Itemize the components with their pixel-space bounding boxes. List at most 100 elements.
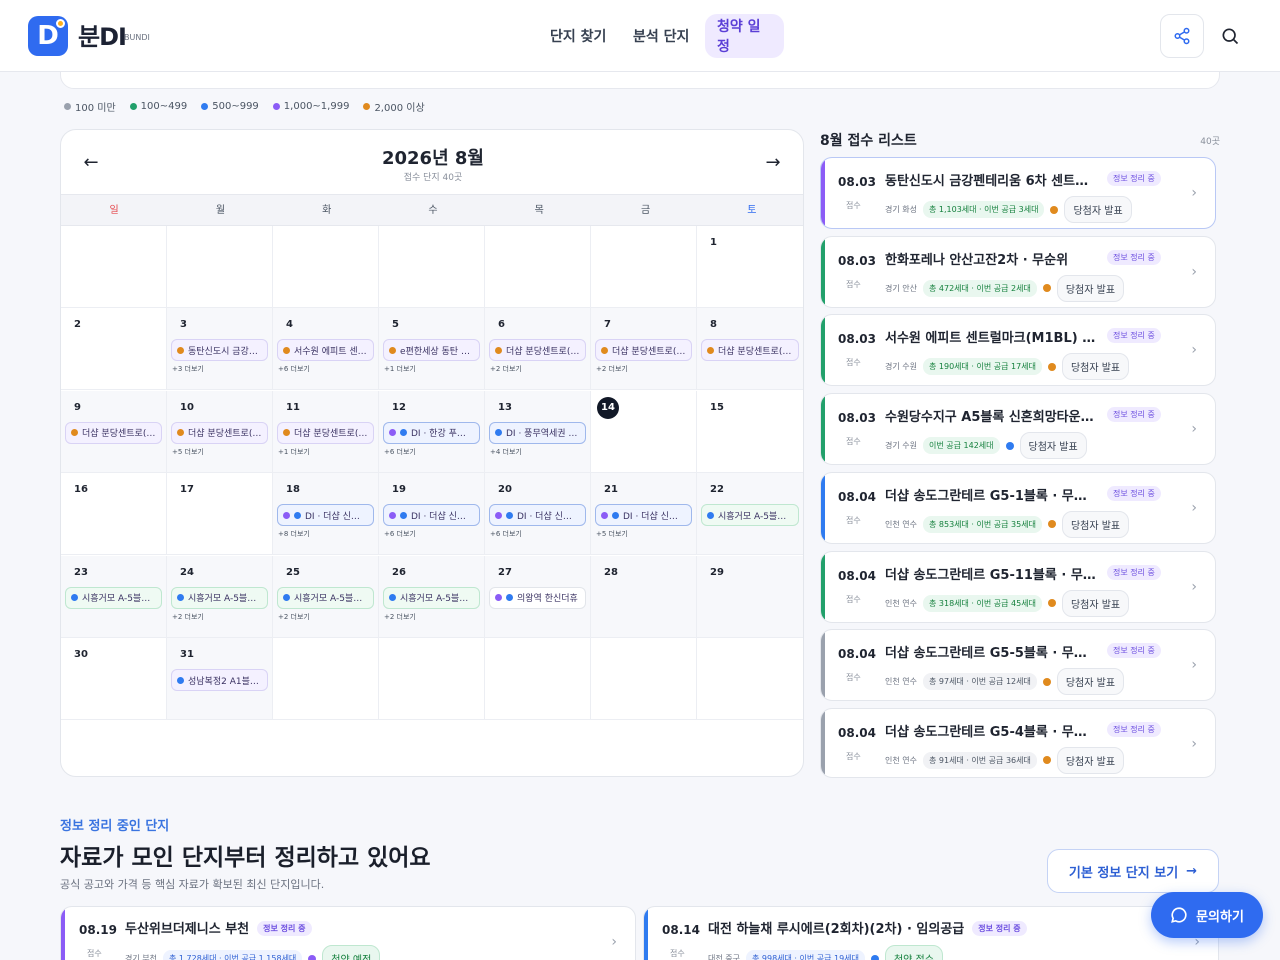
more-events-link[interactable]: +1 더보기 <box>384 364 480 374</box>
calendar-day-cell[interactable]: 7 더샵 분당센트로(… +2 더보기 <box>591 308 697 391</box>
calendar-day-cell[interactable] <box>379 638 485 720</box>
more-events-link[interactable]: +2 더보기 <box>172 612 268 622</box>
calendar-day-cell[interactable] <box>273 638 379 720</box>
calendar-day-cell[interactable]: 20 DI · 더샵 신길… +6 더보기 <box>485 473 591 556</box>
search-button[interactable] <box>1208 14 1252 58</box>
more-events-link[interactable]: +2 더보기 <box>490 364 586 374</box>
more-events-link[interactable]: +2 더보기 <box>278 612 374 622</box>
calendar-event-chip[interactable]: 더샵 분당센트로(… <box>701 339 799 362</box>
more-events-link[interactable]: +5 더보기 <box>172 447 268 457</box>
more-events-link[interactable]: +6 더보기 <box>490 529 586 539</box>
more-events-link[interactable]: +2 더보기 <box>596 364 692 374</box>
list-item[interactable]: 08.04 접수 더샵 송도그란테르 G5-5블록 · 무… 정보 정리 중 인천 연수… <box>820 629 1216 702</box>
bundi-logo-icon[interactable]: D <box>28 16 68 56</box>
calendar-event-chip[interactable]: 시흥거모 A-5블… <box>383 586 480 609</box>
calendar-day-cell[interactable]: 17 <box>167 473 273 556</box>
calendar-day-cell[interactable]: 13 DI · 풍무역세권 … +4 더보기 <box>485 390 591 473</box>
winner-announcement-button[interactable]: 당첨자 발표 <box>1061 353 1130 381</box>
share-button[interactable] <box>1160 14 1204 58</box>
winner-announcement-button[interactable]: 당첨자 발표 <box>1019 432 1087 460</box>
calendar-day-cell[interactable]: 5 e편한세상 동탄 … +1 더보기 <box>379 308 485 391</box>
calendar-day-cell[interactable]: 3 동탄신도시 금강… +3 더보기 <box>167 308 273 391</box>
more-events-link[interactable]: +6 더보기 <box>384 529 480 539</box>
calendar-day-cell[interactable]: 25 시흥거모 A-5블… +2 더보기 <box>273 555 379 638</box>
calendar-day-cell[interactable] <box>167 226 273 308</box>
calendar-day-cell[interactable]: 12 DI · 한강 푸르… +6 더보기 <box>379 390 485 473</box>
calendar-event-chip[interactable]: 시흥거모 A-5블… <box>65 586 162 609</box>
calendar-day-cell[interactable] <box>273 226 379 308</box>
calendar-day-cell[interactable] <box>379 226 485 308</box>
more-events-link[interactable]: +5 더보기 <box>596 529 692 539</box>
calendar-day-cell[interactable] <box>485 226 591 308</box>
calendar-event-chip[interactable]: DI · 더샵 신길… <box>277 504 374 527</box>
calendar-day-cell[interactable] <box>697 638 803 720</box>
calendar-event-chip[interactable]: 시흥거모 A-5블… <box>171 586 268 609</box>
view-basic-info-button[interactable]: 기본 정보 단지 보기 → <box>1047 849 1219 893</box>
status-action-button[interactable]: 청약 접수 <box>884 945 943 960</box>
calendar-event-chip[interactable]: 더샵 분당센트로(… <box>277 421 374 444</box>
calendar-event-chip[interactable]: 성남복정2 A1블… <box>171 669 268 691</box>
calendar-event-chip[interactable]: e편한세상 동탄 … <box>383 339 480 362</box>
more-events-link[interactable]: +6 더보기 <box>278 364 374 374</box>
calendar-event-chip[interactable]: 더샵 분당센트로(… <box>65 421 162 444</box>
winner-announcement-button[interactable]: 당첨자 발표 <box>1056 746 1125 774</box>
more-events-link[interactable]: +6 더보기 <box>384 447 480 457</box>
calendar-day-cell[interactable] <box>591 638 697 720</box>
more-events-link[interactable]: +4 더보기 <box>490 447 586 457</box>
list-item[interactable]: 08.03 접수 동탄신도시 금강펜테리움 6차 센트… 정보 정리 중 경기 화성 총 … <box>820 157 1216 229</box>
calendar-day-cell[interactable]: 8 더샵 분당센트로(… <box>697 308 803 391</box>
nav-analyzed-complex[interactable]: 분석 단지 <box>621 14 701 58</box>
calendar-event-chip[interactable]: 더샵 분당센트로(… <box>489 339 586 362</box>
calendar-day-cell[interactable]: 23 시흥거모 A-5블… <box>61 555 167 638</box>
calendar-event-chip[interactable]: 의왕역 한신더휴 <box>489 586 586 609</box>
calendar-day-cell[interactable]: 21 DI · 더샵 신길… +5 더보기 <box>591 473 697 556</box>
calendar-event-chip[interactable]: 서수원 에피트 센… <box>277 339 374 362</box>
winner-announcement-button[interactable]: 당첨자 발표 <box>1061 510 1130 538</box>
more-events-link[interactable]: +8 더보기 <box>278 529 374 539</box>
winner-announcement-button[interactable]: 당첨자 발표 <box>1056 668 1125 696</box>
calendar-day-cell[interactable]: 4 서수원 에피트 센… +6 더보기 <box>273 308 379 391</box>
calendar-day-cell[interactable]: 11 더샵 분당센트로(… +1 더보기 <box>273 390 379 473</box>
calendar-event-chip[interactable]: 시흥거모 A-5블… <box>277 586 374 609</box>
next-month-button[interactable]: → <box>761 150 785 174</box>
calendar-day-cell[interactable]: 28 <box>591 555 697 638</box>
calendar-day-cell[interactable]: 9 더샵 분당센트로(… <box>61 390 167 473</box>
calendar-day-cell[interactable] <box>591 226 697 308</box>
calendar-day-cell[interactable]: 19 DI · 더샵 신길… +6 더보기 <box>379 473 485 556</box>
inquiry-button[interactable]: 문의하기 <box>1151 892 1263 938</box>
winner-announcement-button[interactable]: 당첨자 발표 <box>1056 274 1125 302</box>
calendar-day-cell[interactable]: 1 <box>697 226 803 308</box>
calendar-event-chip[interactable]: DI · 한강 푸르… <box>383 421 480 444</box>
calendar-event-chip[interactable]: DI · 더샵 신길… <box>595 504 692 527</box>
calendar-day-cell[interactable]: 14 <box>591 390 697 473</box>
calendar-day-cell[interactable]: 27 의왕역 한신더휴 <box>485 555 591 638</box>
calendar-day-cell[interactable]: 16 <box>61 473 167 556</box>
calendar-event-chip[interactable]: 시흥거모 A-5블… <box>701 504 799 527</box>
calendar-event-chip[interactable]: 더샵 분당센트로(… <box>171 421 268 444</box>
list-item[interactable]: 08.04 접수 더샵 송도그란테르 G5-4블록 · 무… 정보 정리 중 인천 연수… <box>820 707 1216 778</box>
calendar-day-cell[interactable]: 30 <box>61 638 167 720</box>
calendar-event-chip[interactable]: 더샵 분당센트로(… <box>595 339 692 362</box>
calendar-day-cell[interactable]: 6 더샵 분당센트로(… +2 더보기 <box>485 308 591 391</box>
more-events-link[interactable]: +2 더보기 <box>384 612 480 622</box>
nav-find-complex[interactable]: 단지 찾기 <box>538 14 618 58</box>
calendar-day-cell[interactable]: 22 시흥거모 A-5블… <box>697 473 803 556</box>
more-events-link[interactable]: +1 더보기 <box>278 447 374 457</box>
nav-subscription-schedule[interactable]: 청약 일정 <box>705 14 784 58</box>
calendar-day-cell[interactable]: 31 성남복정2 A1블… <box>167 638 273 720</box>
calendar-event-chip[interactable]: DI · 더샵 신길… <box>489 504 586 527</box>
list-item[interactable]: 08.03 접수 한화포레나 안산고잔2차 · 무순위 정보 정리 중 경기 안산 총 4… <box>820 235 1216 308</box>
calendar-day-cell[interactable]: 29 <box>697 555 803 638</box>
calendar-event-chip[interactable]: DI · 더샵 신길… <box>383 504 480 527</box>
winner-announcement-button[interactable]: 당첨자 발표 <box>1061 589 1130 617</box>
calendar-day-cell[interactable]: 18 DI · 더샵 신길… +8 더보기 <box>273 473 379 556</box>
calendar-day-cell[interactable] <box>485 638 591 720</box>
calendar-event-chip[interactable]: DI · 풍무역세권 … <box>489 421 586 444</box>
calendar-day-cell[interactable]: 26 시흥거모 A-5블… +2 더보기 <box>379 555 485 638</box>
in-progress-card[interactable]: 08.19 접수 두산위브더제니스 부천 정보 정리 중 경기 부천 총 1,728세대 … <box>60 906 636 960</box>
calendar-day-cell[interactable]: 15 <box>697 391 803 473</box>
more-events-link[interactable]: +3 더보기 <box>172 364 268 374</box>
winner-announcement-button[interactable]: 당첨자 발표 <box>1064 196 1132 223</box>
calendar-event-chip[interactable]: 동탄신도시 금강… <box>171 339 268 362</box>
status-action-button[interactable]: 청약 예정 <box>322 945 381 960</box>
